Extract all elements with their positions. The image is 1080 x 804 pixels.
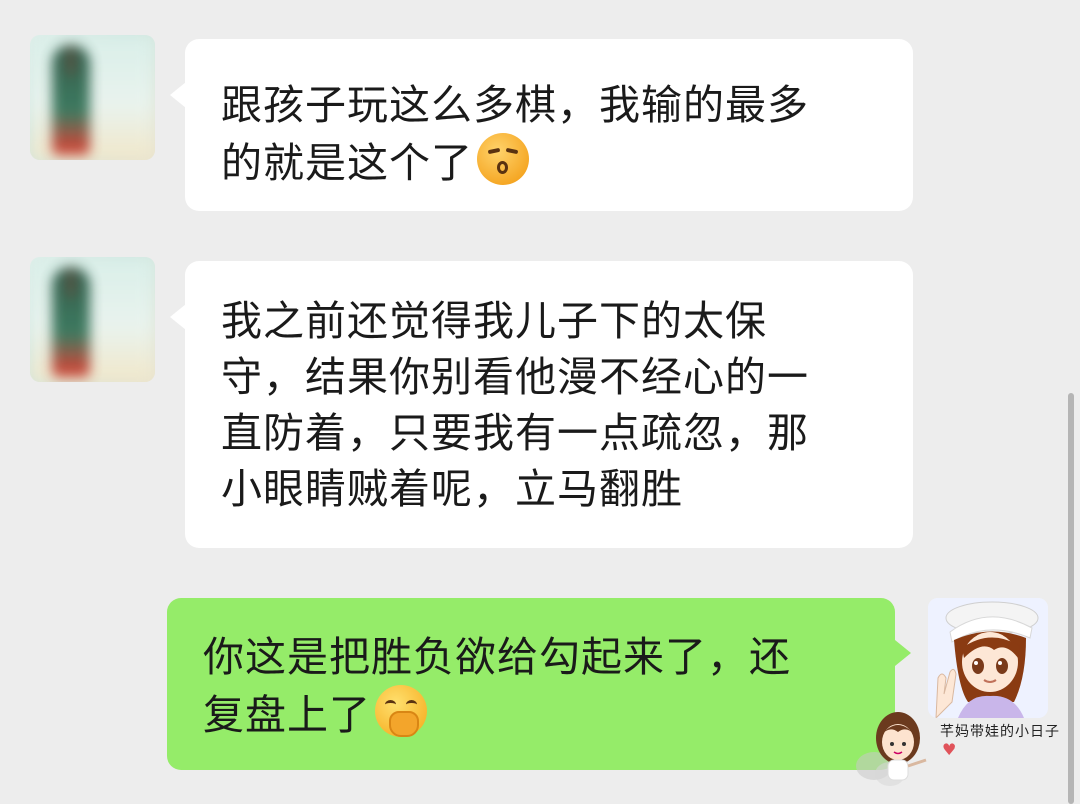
message-bubble-outgoing[interactable]: 你这是把胜负欲给勾起来了，还 复盘上了 — [167, 598, 895, 770]
bubble-tail — [895, 640, 911, 666]
anime-girl-icon — [928, 598, 1048, 718]
bubble-tail — [170, 304, 186, 330]
cartoon-girl-icon — [876, 712, 927, 781]
contact-avatar[interactable] — [30, 35, 155, 160]
message-text-line: 你这是把胜负欲给勾起来了，还 — [203, 633, 791, 681]
message-text-line: 的就是这个了 — [221, 133, 877, 191]
message-text: 复盘上了 — [203, 691, 371, 739]
message-bubble-incoming[interactable]: 跟孩子玩这么多棋，我输的最多 的就是这个了 — [185, 39, 913, 211]
message-text: 的就是这个了 — [221, 139, 473, 187]
contact-avatar[interactable] — [30, 257, 155, 382]
self-avatar[interactable] — [928, 598, 1048, 718]
watermark: 芊妈带娃的小日子 ♥ — [856, 706, 1080, 804]
message-bubble-incoming[interactable]: 我之前还觉得我儿子下的太保 守，结果你别看他漫不经心的一 直防着，只要我有一点疏… — [185, 261, 913, 548]
heart-icon: ♥ — [942, 740, 957, 759]
message-text-line: 守，结果你别看他漫不经心的一 — [221, 353, 809, 401]
message-text-line: 复盘上了 — [203, 685, 859, 743]
kissing-face-emoji-icon — [477, 133, 529, 185]
message-text-line: 直防着，只要我有一点疏忽，那 — [221, 409, 809, 457]
message-text-line: 跟孩子玩这么多棋，我输的最多 — [221, 81, 809, 129]
message-text-line: 我之前还觉得我儿子下的太保 — [221, 297, 767, 345]
message-text-line: 小眼睛贼着呢，立马翻胜 — [221, 465, 683, 513]
bubble-tail — [170, 82, 186, 108]
watermark-text: 芊妈带娃的小日子 — [940, 724, 1060, 740]
face-with-hand-over-mouth-icon — [375, 685, 427, 737]
